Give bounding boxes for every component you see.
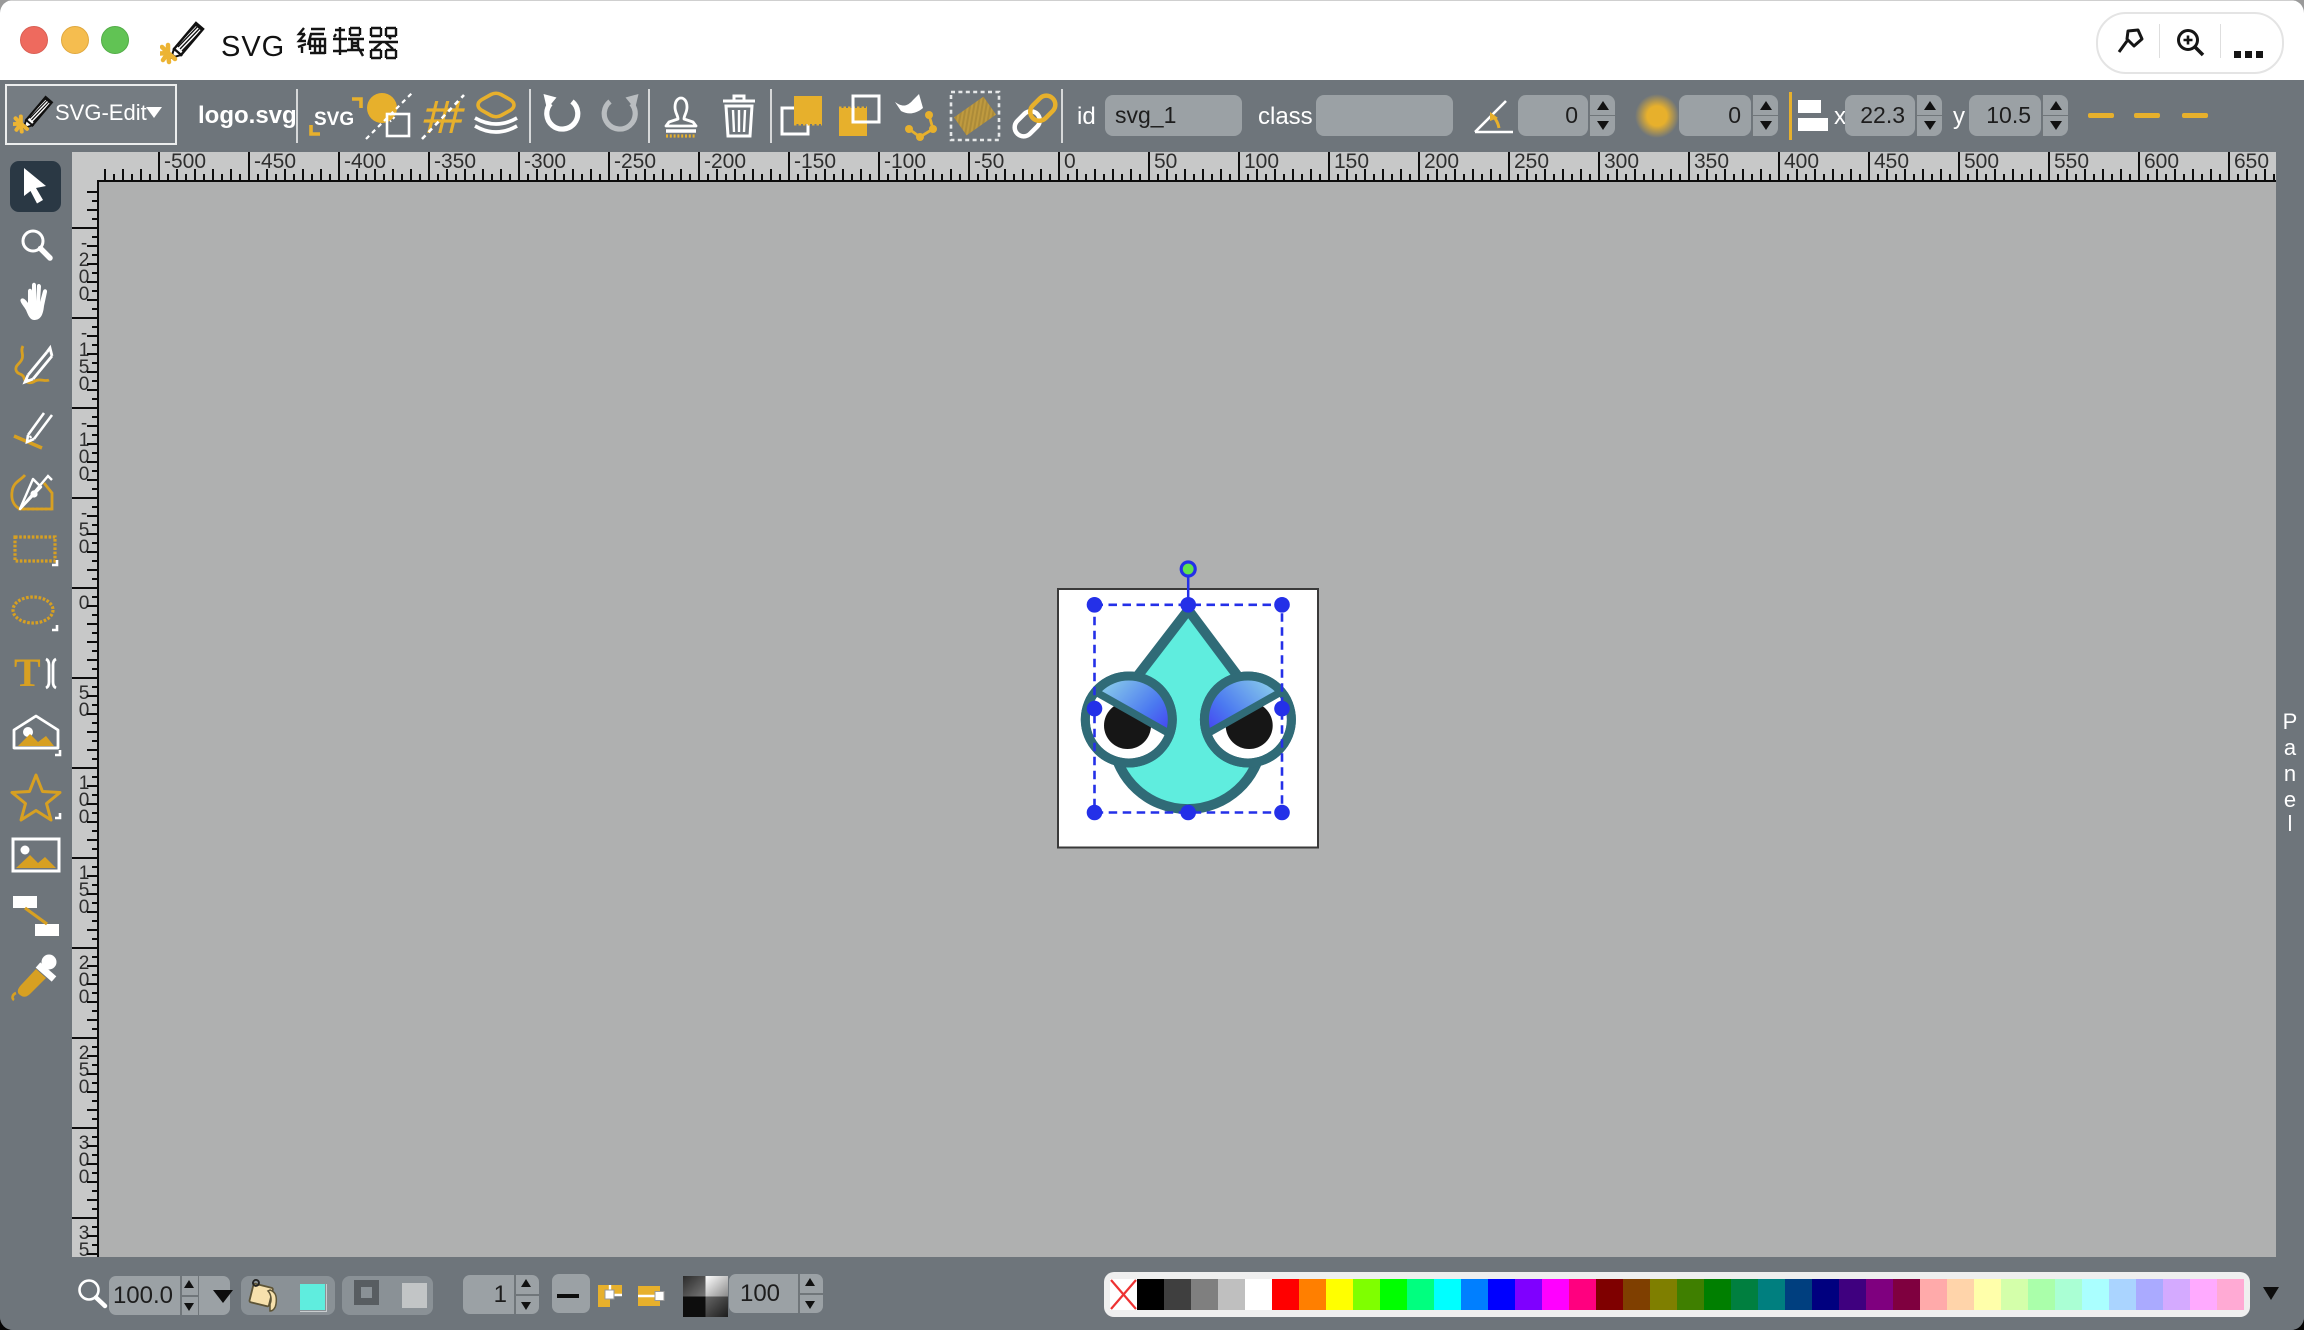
svg-text:400: 400 xyxy=(1784,152,1819,173)
svg-text:0: 0 xyxy=(1064,152,1076,173)
svg-text:-100: -100 xyxy=(884,152,926,173)
svg-text:-400: -400 xyxy=(344,152,386,173)
svg-text:200: 200 xyxy=(1424,152,1459,173)
svg-text:350: 350 xyxy=(1694,152,1729,173)
svg-text:300: 300 xyxy=(1604,152,1639,173)
svg-text:0: 0 xyxy=(79,1167,90,1188)
svg-text:0: 0 xyxy=(79,593,90,614)
svg-text:T: T xyxy=(14,650,41,695)
svg-text:0: 0 xyxy=(79,537,90,558)
svg-text:450: 450 xyxy=(1874,152,1909,173)
svg-text:-450: -450 xyxy=(254,152,296,173)
svg-text:500: 500 xyxy=(1964,152,1999,173)
svg-text:0: 0 xyxy=(79,374,90,395)
svg-text:-50: -50 xyxy=(974,152,1004,173)
svg-text:250: 250 xyxy=(1514,152,1549,173)
svg-text:600: 600 xyxy=(2144,152,2179,173)
svg-text:-350: -350 xyxy=(434,152,476,173)
svg-text:50: 50 xyxy=(1154,152,1177,173)
svg-text:-500: -500 xyxy=(164,152,206,173)
svg-text:650: 650 xyxy=(2234,152,2269,173)
svg-text:0: 0 xyxy=(79,464,90,485)
svg-text:-150: -150 xyxy=(794,152,836,173)
svg-text:0: 0 xyxy=(79,987,90,1008)
svg-text:0: 0 xyxy=(79,807,90,828)
svg-text:-200: -200 xyxy=(704,152,746,173)
svg-text:-300: -300 xyxy=(524,152,566,173)
svg-text:0: 0 xyxy=(79,897,90,918)
svg-text:-250: -250 xyxy=(614,152,656,173)
svg-text:SVG: SVG xyxy=(314,109,354,130)
svg-text:0: 0 xyxy=(79,700,90,721)
svg-text:100: 100 xyxy=(1244,152,1279,173)
svg-text:550: 550 xyxy=(2054,152,2089,173)
svg-text:0: 0 xyxy=(79,1077,90,1098)
svg-text:0: 0 xyxy=(79,284,90,305)
svg-text:150: 150 xyxy=(1334,152,1369,173)
